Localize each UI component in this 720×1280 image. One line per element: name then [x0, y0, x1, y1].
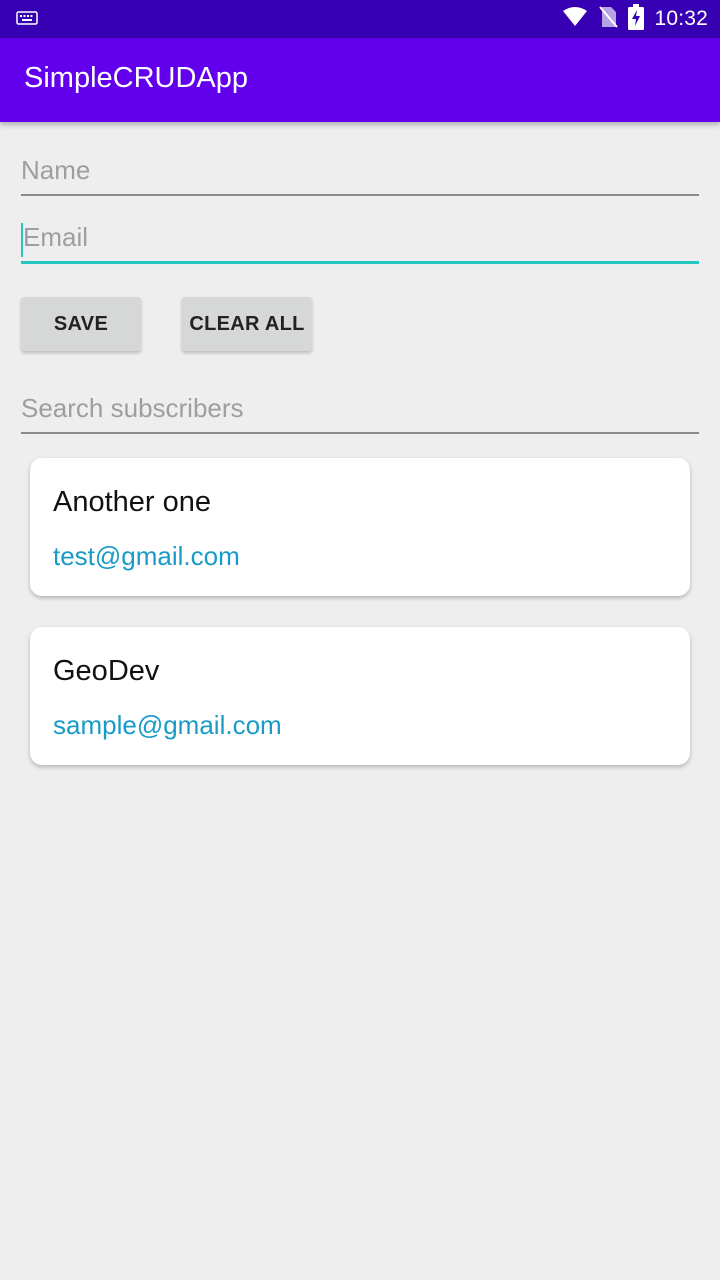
search-input[interactable] [21, 393, 699, 432]
name-input[interactable] [21, 155, 699, 194]
subscriber-card[interactable]: GeoDev sample@gmail.com [30, 627, 690, 765]
status-bar: 10:32 [0, 0, 720, 38]
no-sim-icon [598, 5, 619, 34]
subscriber-email: test@gmail.com [53, 541, 240, 571]
email-input[interactable] [21, 222, 699, 261]
subscriber-name: GeoDev [53, 655, 160, 687]
battery-charging-icon [628, 3, 645, 35]
email-underline [21, 261, 699, 264]
name-field [21, 155, 699, 196]
clear-all-button[interactable]: CLEAR ALL [182, 297, 312, 351]
subscriber-name: Another one [53, 486, 212, 518]
email-field [21, 222, 699, 264]
save-button[interactable]: SAVE [21, 297, 141, 351]
app-title: SimpleCRUDApp [24, 62, 249, 94]
subscriber-card[interactable]: Another one test@gmail.com [30, 458, 690, 596]
search-field [21, 393, 699, 434]
app-bar: SimpleCRUDApp [0, 38, 720, 122]
status-time: 10:32 [654, 7, 708, 30]
search-underline [21, 432, 699, 434]
wifi-icon [562, 6, 588, 33]
keyboard-icon [16, 9, 38, 27]
text-cursor [21, 223, 23, 257]
subscriber-email: sample@gmail.com [53, 710, 282, 740]
name-underline [21, 194, 699, 196]
